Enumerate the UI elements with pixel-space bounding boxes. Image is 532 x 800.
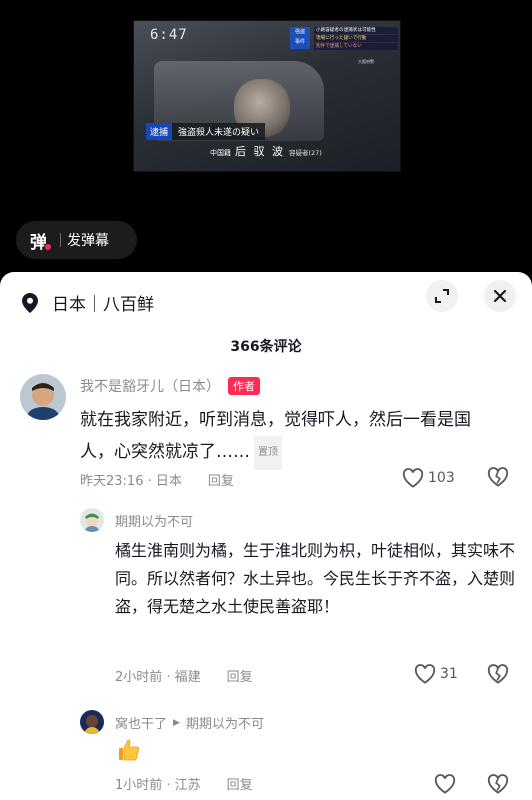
close-icon xyxy=(493,289,507,303)
tv-news-line: 別件で逮捕していない xyxy=(314,43,398,50)
broken-heart-icon xyxy=(487,467,509,487)
comment-username[interactable]: 我不是豁牙儿（日本） xyxy=(80,376,220,396)
expand-icon xyxy=(435,289,449,303)
location-pin-icon xyxy=(22,292,38,313)
pinned-badge: 置顶 xyxy=(254,436,282,470)
tv-clock: 6:47 xyxy=(150,27,188,43)
tv-nationality: 中国籍 xyxy=(210,149,231,157)
video-frame: 6:47 強盗 事件 小路容疑者の逮捕状は可能性 現場に行った疑いで行動 別件で… xyxy=(133,20,401,172)
like-button[interactable]: 31 xyxy=(414,664,458,684)
reply-time-location: 1小时前 · 江苏 xyxy=(115,778,201,793)
reply-arrow-icon: ▶ xyxy=(173,717,180,728)
comment-count: 366条评论 xyxy=(230,339,302,355)
tv-suspect-name: 后 驭 波 xyxy=(235,145,285,158)
avatar[interactable] xyxy=(20,374,66,420)
comment-time-location: 昨天23:16 · 日本 xyxy=(80,474,182,489)
tv-caption-tag: 逮捕 xyxy=(146,123,173,140)
video-player[interactable]: 6:47 強盗 事件 小路容疑者の逮捕状は可能性 現場に行った疑いで行動 別件で… xyxy=(0,0,532,272)
reply-time-location: 2小时前 · 福建 xyxy=(115,670,201,685)
broken-heart-icon xyxy=(487,774,509,794)
tv-news-line: 現場に行った疑いで行動 xyxy=(314,35,398,42)
reply-meta: 1小时前 · 江苏 回复 xyxy=(115,774,253,793)
comment-user-line: 我不是豁牙儿（日本） 作者 xyxy=(80,376,260,396)
tv-caption-text: 強盗殺人未遂の疑い xyxy=(172,123,266,140)
tv-suspect-role: 容疑者(27) xyxy=(289,149,322,157)
location-label: 日本｜八百鲜 xyxy=(52,295,154,315)
reply-text[interactable]: 橘生淮南则为橘，生于淮北则为枳，叶徒相似，其实味不同。所以然者何？水土异也。今民… xyxy=(115,537,515,621)
author-badge: 作者 xyxy=(228,377,260,395)
tv-news-badge: 強盗 事件 xyxy=(290,27,310,49)
danmaku-status-dot xyxy=(44,242,52,251)
tv-news-line: 小路容疑者の逮捕状は可能性 xyxy=(314,27,398,34)
close-button[interactable] xyxy=(484,280,516,312)
reply-username[interactable]: 窝也干了 xyxy=(115,713,167,732)
dislike-button[interactable] xyxy=(487,467,509,491)
danmaku-button[interactable]: 弹 发弹幕 xyxy=(16,221,137,259)
like-count: 31 xyxy=(440,666,458,682)
danmaku-icon: 弹 xyxy=(30,228,52,253)
avatar[interactable] xyxy=(80,508,104,532)
dislike-button[interactable] xyxy=(487,664,509,688)
location-tag[interactable]: 日本｜八百鲜 xyxy=(22,290,154,315)
tv-caption-name: 中国籍 后 驭 波 容疑者(27) xyxy=(210,143,322,159)
like-button[interactable]: 103 xyxy=(402,468,455,488)
broken-heart-icon xyxy=(487,664,509,684)
expand-button[interactable] xyxy=(426,280,458,312)
divider xyxy=(60,233,61,247)
comment-meta: 昨天23:16 · 日本 回复 xyxy=(80,470,234,489)
reply-user-line: 期期以为不可 xyxy=(115,511,193,530)
comment-sheet: 日本｜八百鲜 366条评论 我不是豁牙儿（日本） 作者 就在我家附近，听到消息，… xyxy=(0,272,532,800)
like-button[interactable] xyxy=(434,774,456,794)
avatar[interactable] xyxy=(80,710,104,734)
reply-username[interactable]: 期期以为不可 xyxy=(115,511,193,530)
reply-user-line: 窝也干了 ▶ 期期以为不可 xyxy=(115,713,264,732)
reply-to-username[interactable]: 期期以为不可 xyxy=(186,713,264,732)
tv-source: 大阪府警 xyxy=(358,59,374,64)
tv-caption-headline: 逮捕 強盗殺人未遂の疑い xyxy=(146,123,266,140)
reply-button[interactable]: 回复 xyxy=(227,666,253,685)
thumbs-up-emoji-icon xyxy=(119,739,139,761)
tv-news-ticker: 小路容疑者の逮捕状は可能性 現場に行った疑いで行動 別件で逮捕していない xyxy=(314,27,398,51)
comment-text[interactable]: 就在我家附近，听到消息，觉得吓人，然后一看是国人，心突然就凉了…… 置顶 xyxy=(80,404,490,470)
reply-button[interactable]: 回复 xyxy=(227,774,253,793)
like-count: 103 xyxy=(428,470,455,486)
heart-icon xyxy=(414,664,436,684)
reply-button[interactable]: 回复 xyxy=(208,470,234,489)
heart-icon xyxy=(402,468,424,488)
danmaku-label: 发弹幕 xyxy=(67,233,109,249)
dislike-button[interactable] xyxy=(487,774,509,798)
reply-meta: 2小时前 · 福建 回复 xyxy=(115,666,253,685)
heart-icon xyxy=(434,774,456,794)
